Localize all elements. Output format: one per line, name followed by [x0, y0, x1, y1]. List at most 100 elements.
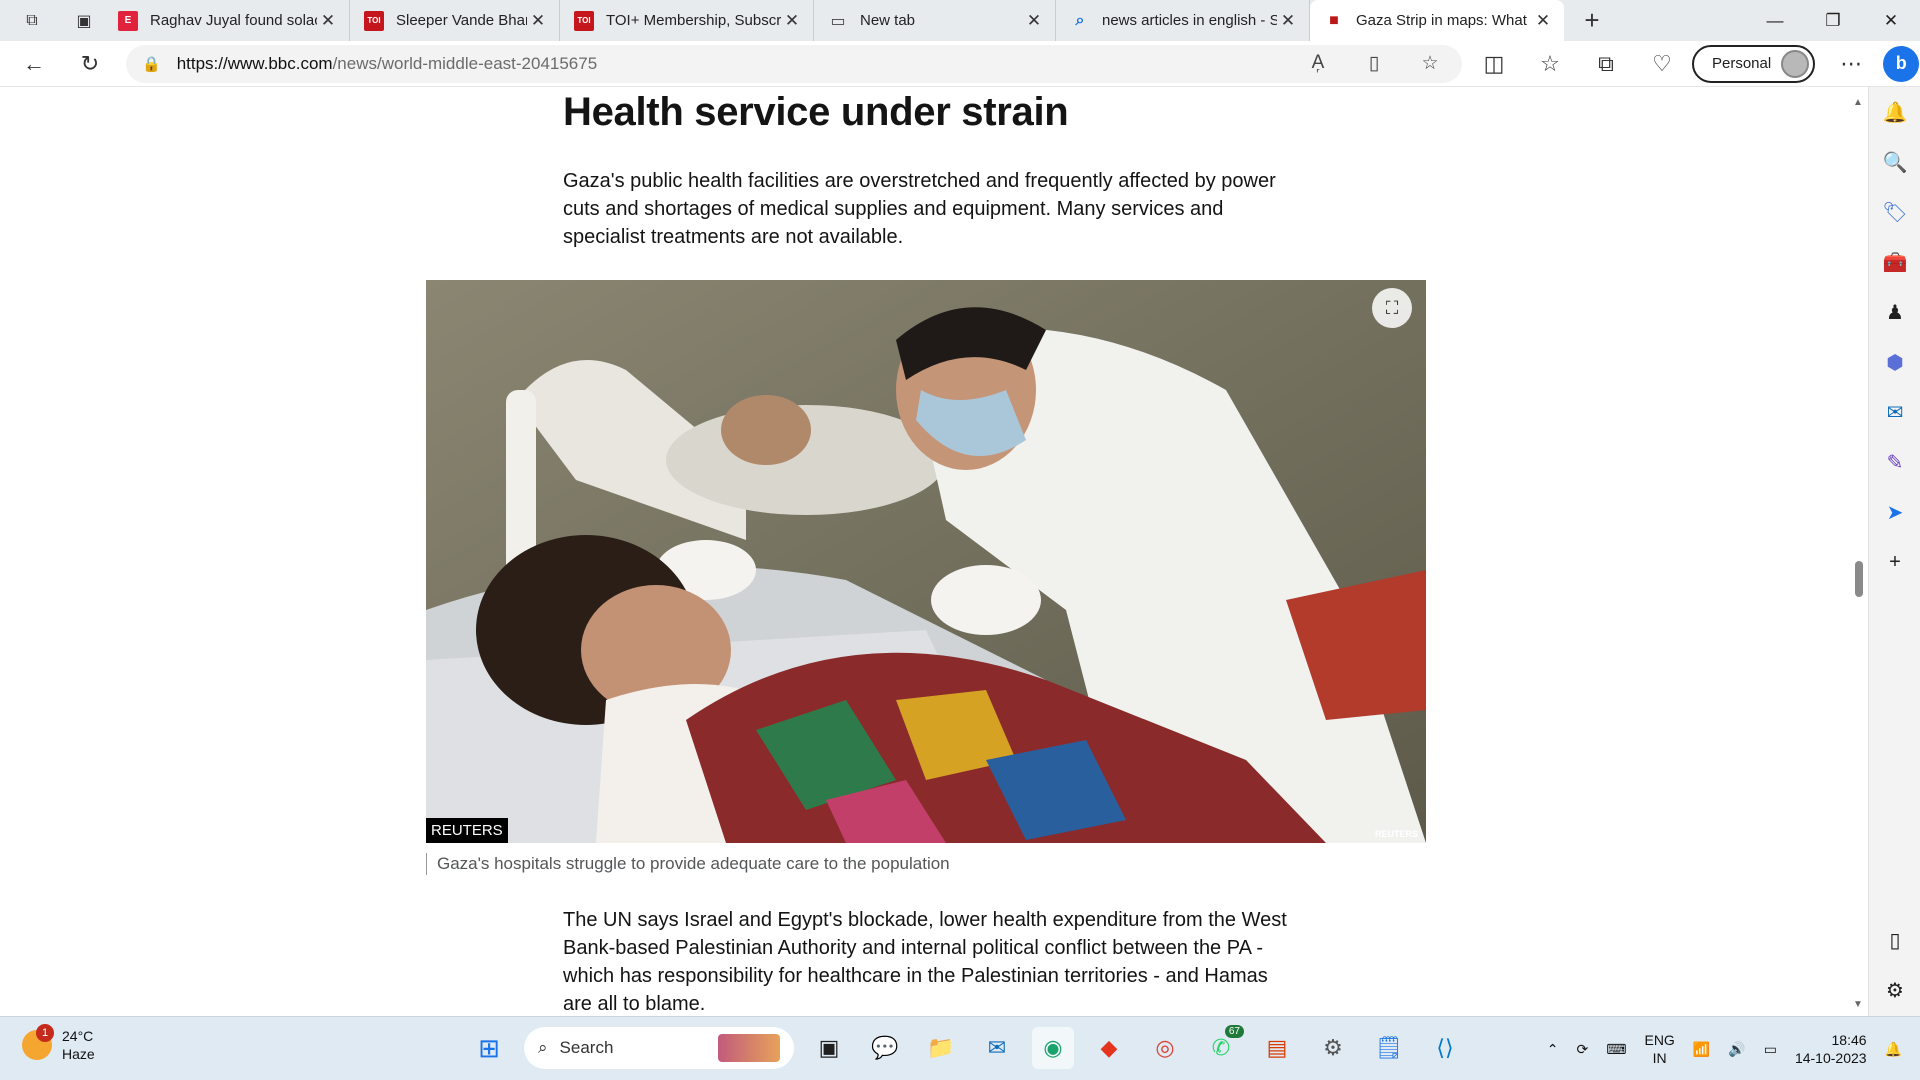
system-tray: ⌃ ⟳ ⌨ ENG IN 📶 🔊 ▭ 18:46 14-10-2023 🔔: [1547, 1031, 1902, 1067]
close-icon[interactable]: ✕: [781, 11, 803, 31]
weather-badge: 1: [36, 1024, 54, 1042]
games-icon[interactable]: ♟: [1869, 287, 1920, 337]
battery-icon[interactable]: ▭: [1764, 1041, 1777, 1058]
favorites-icon[interactable]: ☆: [1528, 46, 1572, 82]
outlook-icon[interactable]: ✉: [1869, 387, 1920, 437]
search-icon[interactable]: 🔍: [1869, 137, 1920, 187]
file-explorer-icon[interactable]: 📁: [920, 1027, 962, 1069]
restore-icon[interactable]: ❐: [1804, 0, 1862, 41]
tab-favicon: ■: [1329, 11, 1339, 29]
windows-taskbar: 1 24°C Haze ⊞ ⌕ Search ▣ 💬 📁 ✉ ◉ ◆ ◎ ✆ 6…: [0, 1016, 1920, 1080]
refresh-icon[interactable]: ↻: [68, 46, 112, 82]
lang-region: IN: [1652, 1050, 1667, 1066]
close-icon[interactable]: ✕: [1023, 11, 1045, 31]
image-credit: REUTERS: [426, 818, 508, 843]
notepad-icon[interactable]: 🗒: [1368, 1027, 1410, 1069]
close-icon[interactable]: ✕: [317, 11, 339, 31]
profile-button[interactable]: Personal: [1692, 44, 1816, 83]
close-icon[interactable]: ✕: [1277, 11, 1299, 31]
tab-3[interactable]: TOI TOI+ Membership, Subscri ✕: [560, 0, 814, 41]
tab-4[interactable]: ▭ New tab ✕: [814, 0, 1056, 41]
more-menu-icon[interactable]: ⋯: [1829, 46, 1873, 82]
edge-browser-icon[interactable]: ◉: [1032, 1027, 1074, 1069]
section-heading: Health service under strain: [563, 90, 1069, 134]
expand-image-icon[interactable]: ⛶: [1372, 288, 1412, 328]
microsoft-365-icon[interactable]: ⬢: [1869, 337, 1920, 387]
close-window-icon[interactable]: ✕: [1862, 0, 1920, 41]
settings-gear-icon[interactable]: ⚙: [1312, 1027, 1354, 1069]
chevron-up-icon[interactable]: ⌃: [1547, 1041, 1559, 1058]
task-view-icon[interactable]: ▣: [808, 1027, 850, 1069]
page-scrollbar[interactable]: ▲ ▼: [1848, 87, 1868, 1016]
image-caption: Gaza's hospitals struggle to provide ade…: [426, 853, 950, 875]
add-app-icon[interactable]: +: [1869, 537, 1920, 587]
scroll-down-icon[interactable]: ▼: [1853, 999, 1863, 1010]
clock-date: 14-10-2023: [1794, 1050, 1867, 1066]
shopping-tag-icon[interactable]: 🏷: [1869, 187, 1920, 237]
whatsapp-icon[interactable]: ✆ 67: [1200, 1025, 1244, 1069]
close-icon[interactable]: ✕: [527, 11, 549, 31]
hospital-photo: [426, 280, 1426, 843]
anydesk-icon[interactable]: ◆: [1088, 1027, 1130, 1069]
split-screen-icon[interactable]: ◫: [1472, 46, 1516, 82]
teams-chat-icon[interactable]: 💬: [864, 1027, 906, 1069]
browser-essentials-icon[interactable]: ♡: [1640, 46, 1684, 82]
copilot-icon[interactable]: b: [1883, 45, 1920, 82]
language-indicator[interactable]: ENG IN: [1644, 1031, 1674, 1067]
close-icon[interactable]: ✕: [1532, 11, 1554, 31]
send-icon[interactable]: ➤: [1869, 487, 1920, 537]
scrollbar-thumb[interactable]: [1855, 561, 1863, 597]
collections-icon[interactable]: ⧉: [1584, 46, 1628, 82]
tab-favicon: TOI: [364, 10, 384, 31]
notifications-bell-icon[interactable]: 🔔: [1869, 87, 1920, 137]
chrome-icon[interactable]: ◎: [1144, 1027, 1186, 1069]
lock-icon[interactable]: 🔒: [142, 55, 161, 73]
tab-actions-icon[interactable]: ▣: [64, 0, 104, 41]
vscode-icon[interactable]: ⟨⟩: [1424, 1027, 1466, 1069]
scroll-up-icon[interactable]: ▲: [1853, 97, 1863, 108]
article-image: ⛶ REUTERS REUTERS: [426, 280, 1426, 843]
new-tab-button[interactable]: +: [1564, 0, 1620, 41]
tab-favicon: TOI: [574, 10, 594, 31]
clock[interactable]: 18:46 14-10-2023: [1795, 1031, 1867, 1067]
taskbar-search-label: Search: [559, 1038, 614, 1057]
tab-5[interactable]: ⌕ news articles in english - S ✕: [1056, 0, 1310, 41]
tab-favicon: ⌕: [1075, 11, 1085, 29]
weather-widget[interactable]: 1 24°C Haze: [22, 1024, 95, 1063]
lang-code: ENG: [1644, 1032, 1675, 1048]
minimize-icon[interactable]: —: [1746, 0, 1804, 41]
workspaces-icon[interactable]: ⧉: [0, 0, 64, 41]
wifi-icon[interactable]: 📶: [1693, 1041, 1710, 1058]
hide-sidebar-icon[interactable]: ▯: [1869, 915, 1920, 965]
tab-6-active[interactable]: ■ Gaza Strip in maps: What it ✕: [1310, 0, 1564, 41]
taskbar-apps: ⊞ ⌕ Search ▣ 💬 📁 ✉ ◉ ◆ ◎ ✆ 67 ▤ ⚙ 🗒 ⟨⟩: [468, 1025, 1466, 1069]
favorite-star-icon[interactable]: ☆: [1408, 52, 1452, 75]
taskbar-search[interactable]: ⌕ Search: [524, 1027, 794, 1069]
read-aloud-icon[interactable]: A᷊: [1296, 52, 1340, 75]
immersive-reader-icon[interactable]: ▯: [1352, 52, 1396, 75]
weather-sun-icon: 1: [22, 1024, 54, 1060]
tools-briefcase-icon[interactable]: 🧰: [1869, 237, 1920, 287]
address-bar[interactable]: 🔒 https://www.bbc.com/news/world-middle-…: [126, 44, 1462, 83]
avatar: [1781, 49, 1810, 78]
sync-icon[interactable]: ⟳: [1577, 1041, 1589, 1058]
tab-title: Raghav Juyal found solace: [150, 12, 317, 29]
weather-desc: Haze: [62, 1046, 95, 1062]
keyboard-icon[interactable]: ⌨: [1606, 1041, 1626, 1058]
url-path: /news/world-middle-east-20415675: [332, 53, 598, 73]
sidebar-settings-gear-icon[interactable]: ⚙: [1869, 965, 1920, 1015]
mail-icon[interactable]: ✉: [976, 1027, 1018, 1069]
tab-title: New tab: [860, 12, 916, 29]
tab-2[interactable]: TOI Sleeper Vande Bharat will c ✕: [350, 0, 560, 41]
url-host: https://www.bbc.com: [176, 53, 333, 73]
whatsapp-unread-badge: 67: [1224, 1025, 1244, 1038]
designer-icon[interactable]: ✎: [1869, 437, 1920, 487]
volume-icon[interactable]: 🔊: [1728, 1041, 1745, 1058]
start-windows-icon[interactable]: ⊞: [468, 1027, 510, 1069]
tab-1[interactable]: E Raghav Juyal found solace ✕: [104, 0, 350, 41]
notification-icon[interactable]: 🔔: [1885, 1041, 1902, 1058]
tab-favicon: E: [118, 10, 138, 31]
office-icon[interactable]: ▤: [1256, 1027, 1298, 1069]
clock-time: 18:46: [1831, 1032, 1867, 1048]
back-arrow-icon[interactable]: ←: [12, 46, 56, 82]
